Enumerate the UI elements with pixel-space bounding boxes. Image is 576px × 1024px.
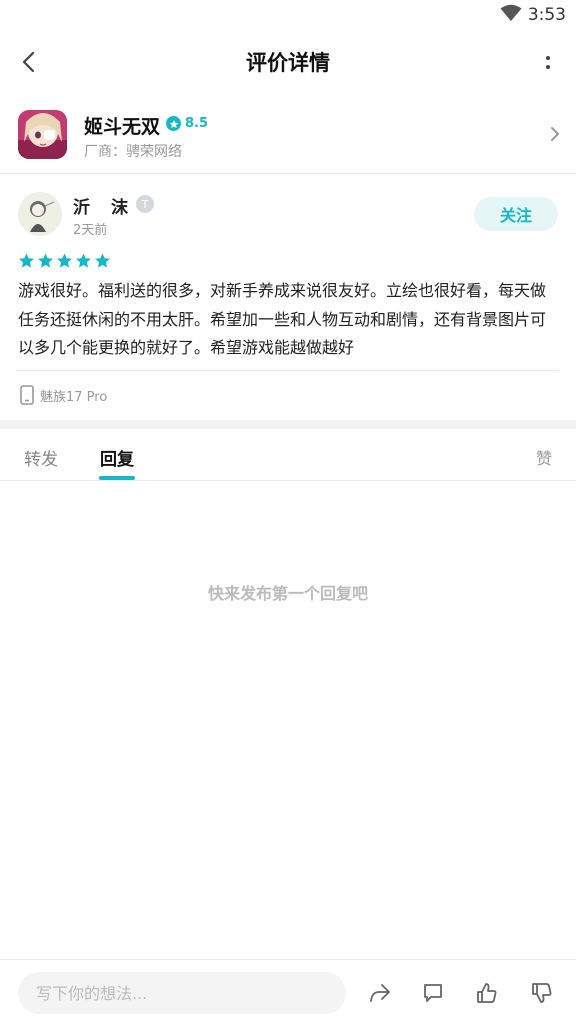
- page-title: 评价详情: [246, 51, 330, 75]
- status-bar: 3:53: [0, 0, 576, 30]
- game-card[interactable]: 姬斗无双 8.5 厂商：骋荣网络: [0, 100, 576, 174]
- like-button[interactable]: [473, 979, 501, 1007]
- game-score: 8.5: [185, 116, 209, 131]
- thumbs-down-icon: [532, 983, 552, 1003]
- user-name[interactable]: 沂 沫: [73, 193, 130, 218]
- share-icon: [370, 984, 390, 1002]
- divider: [16, 370, 559, 371]
- avatar[interactable]: [18, 192, 62, 236]
- chevron-right-icon: [550, 126, 560, 146]
- comment-button[interactable]: [419, 979, 447, 1007]
- phone-icon: [20, 385, 34, 405]
- device-name: 魅族17 Pro: [40, 389, 108, 405]
- game-name: 姬斗无双: [84, 116, 161, 138]
- more-dot-icon: [546, 55, 550, 60]
- game-icon: [18, 110, 67, 159]
- more-options-button[interactable]: [538, 46, 558, 78]
- review-text: 游戏很好。福利送的很多，对新手养成来说很友好。立绘也很好看，每天做任务还挺休闲的…: [18, 281, 547, 357]
- wifi-icon: [500, 4, 522, 26]
- tab-indicator: [99, 476, 135, 480]
- dislike-button[interactable]: [528, 979, 556, 1007]
- more-dot-icon: [546, 64, 550, 69]
- rating-stars: [18, 252, 111, 269]
- status-right: 3:53: [500, 4, 566, 26]
- header: 评价详情: [0, 30, 576, 94]
- game-vendor: 厂商：骋荣网络: [84, 144, 182, 160]
- star-icon: [76, 253, 91, 268]
- comment-input[interactable]: [18, 972, 346, 1014]
- bottom-bar: [0, 959, 576, 1024]
- thumbs-up-icon: [477, 983, 497, 1003]
- follow-button[interactable]: 关注: [474, 197, 558, 231]
- empty-replies-hint: 快来发布第一个回复吧: [207, 584, 368, 603]
- device-row: 魅族17 Pro: [20, 385, 107, 405]
- post-time: 2天前: [73, 223, 108, 238]
- star-badge-icon: [166, 116, 181, 131]
- tab-like[interactable]: 赞: [536, 445, 552, 469]
- game-score-wrap: 8.5: [166, 116, 208, 131]
- share-button[interactable]: [366, 979, 394, 1007]
- tab-reply[interactable]: 回复: [100, 445, 134, 470]
- review-card: 沂 沫 T 2天前 关注 游戏很好。福利送的很多，对新手养成来说很友好。立绘也很…: [0, 175, 576, 420]
- level-badge: T: [136, 195, 154, 213]
- star-icon: [38, 253, 53, 268]
- section-divider: [0, 420, 576, 429]
- comment-icon: [424, 984, 442, 1002]
- star-icon: [95, 253, 110, 268]
- status-time: 3:53: [527, 5, 566, 25]
- star-icon: [57, 253, 72, 268]
- star-icon: [19, 253, 34, 268]
- tab-repost[interactable]: 转发: [24, 445, 58, 470]
- reply-tabs: 转发 回复 赞: [0, 429, 576, 481]
